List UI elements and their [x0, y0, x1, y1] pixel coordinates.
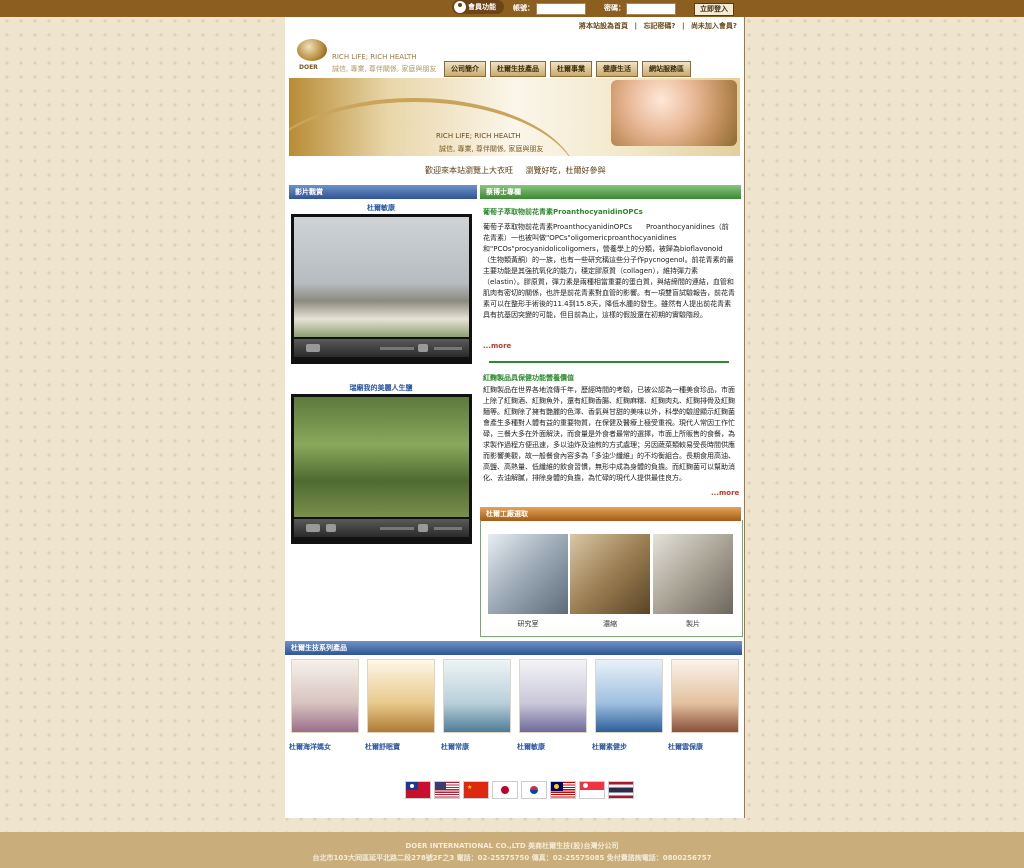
- progress-bar[interactable]: [380, 527, 414, 530]
- page-container: 將本站設為首頁 | 忘記密碼? | 尚未加入會員? DOER RICH LIFE…: [285, 17, 745, 818]
- product-name[interactable]: 杜爾常康: [441, 742, 513, 752]
- china-flag-icon[interactable]: ★: [463, 781, 489, 799]
- top-links: 將本站設為首頁 | 忘記密碼? | 尚未加入會員?: [575, 21, 737, 31]
- product-name[interactable]: 杜爾海洋媽女: [289, 742, 361, 752]
- account-label: 帳號：: [513, 4, 534, 12]
- video-title[interactable]: 瑞廟我的美麗人生鹽: [289, 383, 473, 393]
- korea-flag-icon[interactable]: [521, 781, 547, 799]
- video-controls: [294, 519, 469, 537]
- product-image[interactable]: [671, 659, 739, 733]
- play-button[interactable]: [306, 344, 320, 352]
- factory-section-header: 杜爾工廠選取: [480, 507, 741, 521]
- banner-tagline-en: RICH LIFE; RICH HEALTH: [436, 132, 521, 140]
- language-selector: ★: [405, 781, 637, 799]
- factory-photo[interactable]: [653, 534, 733, 614]
- product-image[interactable]: [291, 659, 359, 733]
- product-name[interactable]: 杜爾雲保康: [668, 742, 740, 752]
- play-button[interactable]: [306, 524, 320, 532]
- doctor-column-header: 蔡博士專欄: [480, 185, 741, 199]
- usa-flag-icon[interactable]: [434, 781, 460, 799]
- video-controls: [294, 339, 469, 357]
- nav-business[interactable]: 杜爾事業: [550, 61, 592, 77]
- article-more-link[interactable]: ...more: [483, 342, 511, 350]
- product-image[interactable]: [367, 659, 435, 733]
- logo-globe-icon: [297, 39, 327, 61]
- product-name[interactable]: 杜爾素健步: [592, 742, 664, 752]
- separator: |: [634, 22, 637, 30]
- thailand-flag-icon[interactable]: [608, 781, 634, 799]
- progress-bar[interactable]: [380, 347, 414, 350]
- japan-flag-icon[interactable]: [492, 781, 518, 799]
- footer-contact: 台北市103大同區延平北路二段278號2F之3 電話：02-25575750 傳…: [312, 854, 712, 862]
- video-screen: [294, 397, 469, 517]
- banner-family-photo: [611, 80, 737, 146]
- forgot-password-link[interactable]: 忘記密碼?: [643, 22, 675, 30]
- factory-photo-label: 製片: [686, 620, 700, 628]
- video-screen: [294, 217, 469, 337]
- stop-button[interactable]: [326, 524, 336, 532]
- product-image[interactable]: [519, 659, 587, 733]
- nav-about[interactable]: 公司簡介: [444, 61, 486, 77]
- footer: DOER INTERNATIONAL CO.,LTD 美商杜爾生技(股)台灣分公…: [0, 832, 1024, 868]
- slogan-text: 歡迎來本站瀏覽上大衣旺: [425, 166, 513, 175]
- logo-tagline-en: RICH LIFE; RICH HEALTH: [332, 53, 417, 61]
- article-more-link[interactable]: ...more: [711, 489, 739, 497]
- factory-photo-label: 濃縮: [603, 620, 617, 628]
- account-input[interactable]: [536, 3, 586, 15]
- logo[interactable]: DOER RICH LIFE; RICH HEALTH 誠信, 專業, 尊伴關係…: [295, 39, 437, 79]
- slogan-text: 瀏覽好吃，杜爾好參與: [525, 166, 606, 175]
- product-image[interactable]: [443, 659, 511, 733]
- video-player[interactable]: [291, 394, 472, 544]
- nav-products[interactable]: 杜爾生技產品: [490, 61, 546, 77]
- nav-services[interactable]: 網站服務區: [642, 61, 691, 77]
- main-nav: 公司簡介 杜爾生技產品 杜爾事業 健康生活 網站服務區: [444, 61, 695, 77]
- member-label: 會員功能: [468, 3, 496, 11]
- top-bar: 會員功能 帳號： 密碼： 立即登入: [0, 0, 1024, 17]
- video-title[interactable]: 杜爾敏康: [289, 203, 473, 213]
- video-player[interactable]: [291, 214, 472, 364]
- logo-brand: DOER: [299, 64, 318, 71]
- product-image[interactable]: [595, 659, 663, 733]
- banner-tagline-zh: 誠信, 專業, 尊伴關係, 家庭與朋友: [439, 145, 544, 153]
- factory-photo-label: 研究室: [517, 620, 539, 628]
- slogan-marquee: 歡迎來本站瀏覽上大衣旺 瀏覽好吃，杜爾好參與: [425, 165, 616, 176]
- article-body: 紅麴製品在世界各地流傳千年，歷經時間的考驗，已被公認為一種美食珍品，市面上除了紅…: [483, 386, 735, 482]
- password-input[interactable]: [626, 3, 676, 15]
- join-member-link[interactable]: 尚未加入會員?: [691, 22, 737, 30]
- singapore-flag-icon[interactable]: [579, 781, 605, 799]
- logo-tagline-zh: 誠信, 專業, 尊伴關係, 家庭與朋友: [332, 65, 437, 73]
- taiwan-flag-icon[interactable]: [405, 781, 431, 799]
- factory-gallery: 研究室 濃縮 製片: [480, 520, 743, 637]
- products-section: 杜爾生技系列產品 杜爾海洋媽女 杜爾舒眠寶 杜爾常康 杜爾敏康 杜爾素健步 杜爾…: [285, 641, 744, 751]
- volume-icon[interactable]: [418, 344, 428, 352]
- article-title[interactable]: 葡萄子萃取物前花青素ProanthocyanidinOPCs: [483, 207, 643, 217]
- products-section-header: 杜爾生技系列產品: [285, 641, 742, 655]
- hero-banner: RICH LIFE; RICH HEALTH 誠信, 專業, 尊伴關係, 家庭與…: [289, 78, 740, 156]
- factory-photo[interactable]: [570, 534, 650, 614]
- divider: [489, 361, 729, 363]
- malaysia-flag-icon[interactable]: [550, 781, 576, 799]
- volume-slider[interactable]: [434, 347, 462, 350]
- password-label: 密碼：: [604, 4, 625, 12]
- nav-health[interactable]: 健康生活: [596, 61, 638, 77]
- separator: |: [681, 22, 685, 30]
- user-icon: [454, 1, 466, 13]
- product-name[interactable]: 杜爾舒眠寶: [365, 742, 437, 752]
- factory-photo[interactable]: [488, 534, 568, 614]
- member-functions-badge[interactable]: 會員功能: [452, 0, 504, 14]
- article-title[interactable]: 紅麴製品具保健功能營養價值: [483, 373, 574, 383]
- product-name[interactable]: 杜爾敏康: [517, 742, 589, 752]
- footer-company: DOER INTERNATIONAL CO.,LTD 美商杜爾生技(股)台灣分公…: [405, 842, 619, 850]
- login-button[interactable]: 立即登入: [694, 3, 734, 16]
- volume-icon[interactable]: [418, 524, 428, 532]
- video-section-header: 影片觀賞: [289, 185, 477, 199]
- volume-slider[interactable]: [434, 527, 462, 530]
- set-homepage-link[interactable]: 將本站設為首頁: [579, 22, 628, 30]
- article-body: 葡萄子萃取物前花青素ProanthocyanidinOPCs Proanthoc…: [483, 223, 735, 319]
